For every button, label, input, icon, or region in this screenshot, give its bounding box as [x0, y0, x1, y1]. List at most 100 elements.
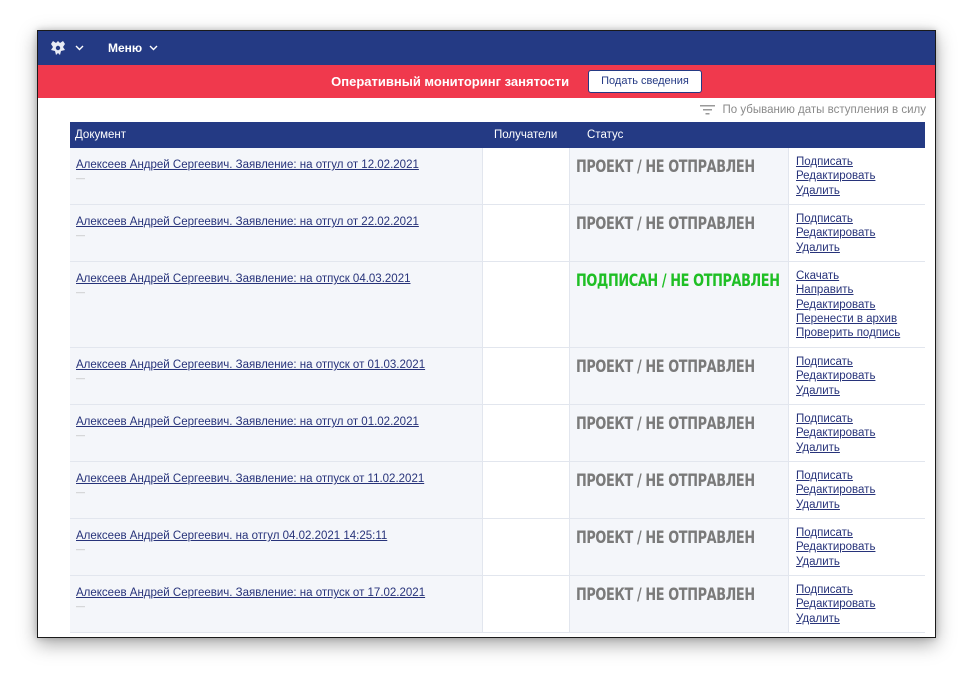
- action-link[interactable]: Подписать: [796, 412, 925, 426]
- actions-cell: Скачать Направить Редактировать Перенести в…: [789, 262, 925, 347]
- sort-lines-icon[interactable]: [699, 105, 715, 115]
- status-cell: ПОДПИСАН / НЕ ОТПРАВЛЕН: [570, 262, 789, 347]
- action-link[interactable]: Удалить: [796, 441, 925, 455]
- document-cell: Алексеев Андрей Сергеевич. Заявление: на…: [70, 462, 483, 518]
- document-cell: Алексеев Андрей Сергеевич. Заявление: на…: [70, 576, 483, 632]
- action-link[interactable]: Удалить: [796, 498, 925, 512]
- sort-control[interactable]: По убыванию даты вступления в силу: [38, 98, 935, 122]
- status-badge: ПРОЕКТ / НЕ ОТПРАВЛЕН: [576, 414, 755, 433]
- recipients-cell: [483, 205, 570, 261]
- top-navbar: Меню: [38, 31, 935, 65]
- action-link[interactable]: Скачать: [796, 269, 925, 283]
- document-cell: Алексеев Андрей Сергеевич. Заявление: на…: [70, 205, 483, 261]
- documents-table: Документ Получатели Статус Алексеев Андр…: [70, 122, 925, 633]
- action-link[interactable]: Редактировать: [796, 369, 925, 383]
- recipients-cell: [483, 348, 570, 404]
- column-header-document: Документ: [75, 129, 127, 141]
- action-link[interactable]: Перенести в архив: [796, 312, 925, 326]
- document-subtitle: —: [76, 544, 85, 554]
- actions-cell: Подписать Редактировать Удалить: [789, 405, 925, 461]
- actions-cell: Подписать Редактировать Удалить: [789, 205, 925, 261]
- document-cell: Алексеев Андрей Сергеевич. Заявление: на…: [70, 262, 483, 347]
- document-link[interactable]: Алексеев Андрей Сергеевич. Заявление: на…: [76, 159, 419, 171]
- menu-chevron-down-icon[interactable]: [149, 45, 158, 51]
- document-cell: Алексеев Андрей Сергеевич. Заявление: на…: [70, 348, 483, 404]
- document-subtitle: —: [76, 487, 85, 497]
- status-badge: ПРОЕКТ / НЕ ОТПРАВЛЕН: [576, 528, 755, 547]
- sort-label[interactable]: По убыванию даты вступления в силу: [723, 104, 927, 116]
- document-cell: Алексеев Андрей Сергеевич. Заявление: на…: [70, 405, 483, 461]
- action-link[interactable]: Удалить: [796, 384, 925, 398]
- status-cell: ПРОЕКТ / НЕ ОТПРАВЛЕН: [570, 205, 789, 261]
- action-link[interactable]: Подписать: [796, 355, 925, 369]
- table-row: Алексеев Андрей Сергеевич. Заявление: на…: [70, 148, 925, 205]
- action-link[interactable]: Подписать: [796, 583, 925, 597]
- russian-eagle-icon[interactable]: [48, 38, 68, 58]
- status-cell: ПРОЕКТ / НЕ ОТПРАВЛЕН: [570, 348, 789, 404]
- action-link[interactable]: Подписать: [796, 155, 925, 169]
- action-link[interactable]: Редактировать: [796, 540, 925, 554]
- action-link[interactable]: Проверить подпись: [796, 326, 925, 340]
- action-link[interactable]: Удалить: [796, 184, 925, 198]
- document-subtitle: —: [76, 230, 85, 240]
- action-link[interactable]: Удалить: [796, 612, 925, 626]
- table-row: Алексеев Андрей Сергеевич. на отгул 04.0…: [70, 519, 925, 576]
- page-title: Оперативный мониторинг занятости: [331, 74, 570, 89]
- document-link[interactable]: Алексеев Андрей Сергеевич. Заявление: на…: [76, 473, 424, 485]
- menu-button[interactable]: Меню: [108, 41, 142, 55]
- table-row: Алексеев Андрей Сергеевич. Заявление: на…: [70, 405, 925, 462]
- status-badge: ПРОЕКТ / НЕ ОТПРАВЛЕН: [576, 357, 755, 376]
- document-subtitle: —: [76, 601, 85, 611]
- document-link[interactable]: Алексеев Андрей Сергеевич. Заявление: на…: [76, 416, 419, 428]
- actions-cell: Подписать Редактировать Удалить: [789, 519, 925, 575]
- action-link[interactable]: Редактировать: [796, 169, 925, 183]
- table-row: Алексеев Андрей Сергеевич. Заявление: на…: [70, 262, 925, 348]
- actions-cell: Подписать Редактировать Удалить: [789, 462, 925, 518]
- recipients-cell: [483, 405, 570, 461]
- emblem-chevron-down-icon[interactable]: [75, 45, 84, 51]
- table-header: Документ Получатели Статус: [70, 122, 925, 148]
- recipients-cell: [483, 576, 570, 632]
- status-badge: ПОДПИСАН / НЕ ОТПРАВЛЕН: [576, 271, 780, 290]
- status-cell: ПРОЕКТ / НЕ ОТПРАВЛЕН: [570, 462, 789, 518]
- action-link[interactable]: Редактировать: [796, 597, 925, 611]
- status-badge: ПРОЕКТ / НЕ ОТПРАВЛЕН: [576, 471, 755, 490]
- table-body: Алексеев Андрей Сергеевич. Заявление: на…: [70, 148, 925, 633]
- action-link[interactable]: Редактировать: [796, 483, 925, 497]
- section-banner: Оперативный мониторинг занятости Подать …: [38, 65, 935, 98]
- recipients-cell: [483, 148, 570, 204]
- document-link[interactable]: Алексеев Андрей Сергеевич. Заявление: на…: [76, 273, 410, 285]
- status-cell: ПРОЕКТ / НЕ ОТПРАВЛЕН: [570, 576, 789, 632]
- status-cell: ПРОЕКТ / НЕ ОТПРАВЛЕН: [570, 405, 789, 461]
- action-link[interactable]: Подписать: [796, 469, 925, 483]
- actions-cell: Подписать Редактировать Удалить: [789, 348, 925, 404]
- action-link[interactable]: Подписать: [796, 526, 925, 540]
- action-link[interactable]: Редактировать: [796, 426, 925, 440]
- column-header-recipients: Получатели: [494, 129, 558, 141]
- action-link[interactable]: Удалить: [796, 241, 925, 255]
- actions-cell: Подписать Редактировать Удалить: [789, 576, 925, 632]
- status-badge: ПРОЕКТ / НЕ ОТПРАВЛЕН: [576, 214, 755, 233]
- action-link[interactable]: Удалить: [796, 555, 925, 569]
- table-row: Алексеев Андрей Сергеевич. Заявление: на…: [70, 576, 925, 633]
- table-row: Алексеев Андрей Сергеевич. Заявление: на…: [70, 205, 925, 262]
- action-link[interactable]: Редактировать: [796, 298, 925, 312]
- status-badge: ПРОЕКТ / НЕ ОТПРАВЛЕН: [576, 157, 755, 176]
- submit-info-button[interactable]: Подать сведения: [588, 70, 702, 93]
- table-row: Алексеев Андрей Сергеевич. Заявление: на…: [70, 462, 925, 519]
- recipients-cell: [483, 262, 570, 347]
- document-cell: Алексеев Андрей Сергеевич. Заявление: на…: [70, 148, 483, 204]
- status-cell: ПРОЕКТ / НЕ ОТПРАВЛЕН: [570, 519, 789, 575]
- document-subtitle: —: [76, 373, 85, 383]
- action-link[interactable]: Направить: [796, 283, 925, 297]
- action-link[interactable]: Редактировать: [796, 226, 925, 240]
- document-link[interactable]: Алексеев Андрей Сергеевич. Заявление: на…: [76, 216, 419, 228]
- app-window: Меню Оперативный мониторинг занятости По…: [37, 30, 936, 638]
- document-link[interactable]: Алексеев Андрей Сергеевич. Заявление: на…: [76, 359, 425, 371]
- table-row: Алексеев Андрей Сергеевич. Заявление: на…: [70, 348, 925, 405]
- actions-cell: Подписать Редактировать Удалить: [789, 148, 925, 204]
- document-link[interactable]: Алексеев Андрей Сергеевич. Заявление: на…: [76, 587, 425, 599]
- document-link[interactable]: Алексеев Андрей Сергеевич. на отгул 04.0…: [76, 530, 387, 542]
- action-link[interactable]: Подписать: [796, 212, 925, 226]
- status-cell: ПРОЕКТ / НЕ ОТПРАВЛЕН: [570, 148, 789, 204]
